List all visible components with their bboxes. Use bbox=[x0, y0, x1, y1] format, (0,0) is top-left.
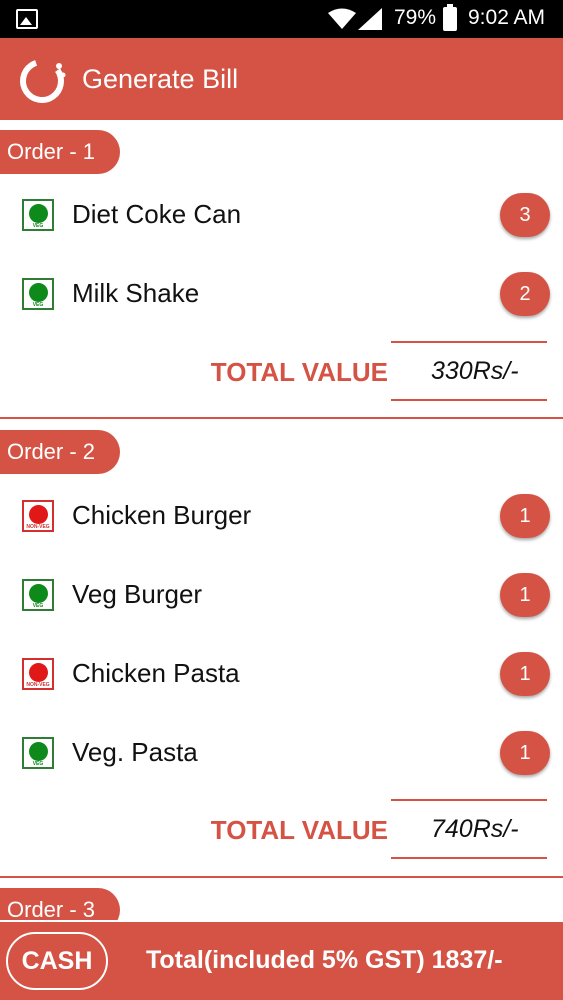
quantity-badge[interactable]: 1 bbox=[500, 652, 550, 696]
divider bbox=[0, 417, 563, 419]
total-label: TOTAL VALUE bbox=[210, 815, 388, 845]
order-tag: Order - 2 bbox=[0, 430, 120, 474]
item-name: Chicken Burger bbox=[72, 500, 252, 530]
order-tag: Order - 1 bbox=[0, 130, 120, 174]
veg-icon: VEG bbox=[22, 579, 54, 611]
list-item[interactable]: NON-VEG Chicken Pasta 1 bbox=[0, 644, 563, 704]
total-value: 330Rs/- bbox=[391, 341, 547, 401]
veg-icon: VEG bbox=[22, 278, 54, 310]
grand-total: Total(included 5% GST) 1837/- bbox=[146, 946, 503, 974]
list-item[interactable]: VEG Veg. Pasta 1 bbox=[0, 723, 563, 783]
quantity-badge[interactable]: 1 bbox=[500, 573, 550, 617]
battery-percent: 79% bbox=[394, 6, 437, 29]
non-veg-icon: NON-VEG bbox=[22, 500, 54, 532]
non-veg-icon: NON-VEG bbox=[22, 658, 54, 690]
quantity-badge[interactable]: 1 bbox=[500, 731, 550, 775]
item-name: Veg. Pasta bbox=[72, 737, 198, 767]
quantity-badge[interactable]: 2 bbox=[500, 272, 550, 316]
wifi-icon bbox=[328, 8, 356, 29]
status-bar: 79% 9:02 AM bbox=[0, 0, 563, 38]
quantity-badge[interactable]: 1 bbox=[500, 494, 550, 538]
image-notification-icon bbox=[16, 9, 38, 29]
bottom-bar: CASH Total(included 5% GST) 1837/- bbox=[0, 922, 563, 1000]
item-name: Diet Coke Can bbox=[72, 199, 242, 229]
list-item[interactable]: VEG Diet Coke Can 3 bbox=[0, 185, 563, 245]
cash-button[interactable]: CASH bbox=[6, 932, 108, 990]
veg-icon: VEG bbox=[22, 737, 54, 769]
order-total: TOTAL VALUE 740Rs/- bbox=[0, 799, 563, 859]
app-bar: Generate Bill bbox=[0, 38, 563, 120]
total-label: TOTAL VALUE bbox=[210, 357, 388, 387]
clock: 9:02 AM bbox=[468, 6, 546, 29]
battery-icon bbox=[443, 4, 457, 31]
list-item[interactable]: VEG Milk Shake 2 bbox=[0, 264, 563, 324]
app-logo-icon bbox=[20, 59, 66, 104]
veg-icon: VEG bbox=[22, 199, 54, 231]
page-title: Generate Bill bbox=[82, 64, 239, 94]
item-name: Veg Burger bbox=[72, 579, 203, 609]
cellular-signal-icon bbox=[358, 8, 382, 30]
order-total: TOTAL VALUE 330Rs/- bbox=[0, 341, 563, 401]
divider bbox=[0, 876, 563, 878]
total-value: 740Rs/- bbox=[391, 799, 547, 859]
order-tag: Order - 3 bbox=[0, 888, 120, 920]
list-item[interactable]: NON-VEG Chicken Burger 1 bbox=[0, 486, 563, 546]
item-name: Chicken Pasta bbox=[72, 658, 240, 688]
list-item[interactable]: VEG Veg Burger 1 bbox=[0, 565, 563, 625]
orders-list[interactable]: Order - 1 VEG Diet Coke Can 3 VEG Milk S… bbox=[0, 120, 563, 920]
quantity-badge[interactable]: 3 bbox=[500, 193, 550, 237]
item-name: Milk Shake bbox=[72, 278, 200, 308]
